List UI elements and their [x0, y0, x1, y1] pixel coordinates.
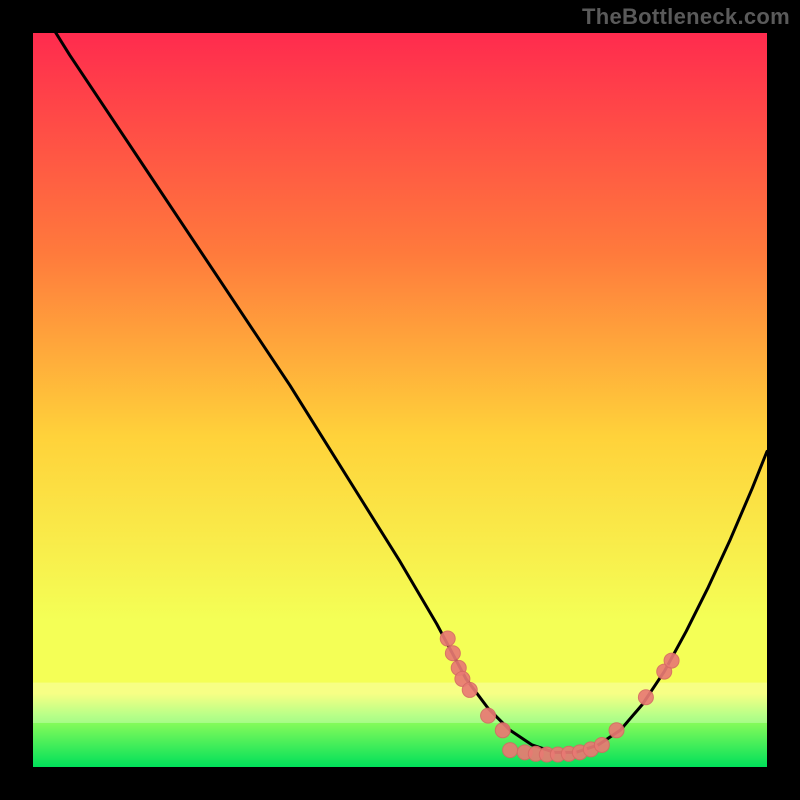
data-marker: [481, 708, 496, 723]
data-marker: [664, 653, 679, 668]
data-marker: [503, 743, 518, 758]
data-marker: [462, 682, 477, 697]
data-marker: [638, 690, 653, 705]
chart-frame: TheBottleneck.com: [0, 0, 800, 800]
data-marker: [609, 723, 624, 738]
plot-svg: [33, 33, 767, 767]
data-marker: [495, 723, 510, 738]
data-marker: [445, 646, 460, 661]
highlight-band: [33, 683, 767, 723]
attribution-label: TheBottleneck.com: [582, 4, 790, 30]
plot-area: [33, 33, 767, 767]
data-marker: [594, 737, 609, 752]
gradient-background: [33, 33, 767, 767]
data-marker: [440, 631, 455, 646]
